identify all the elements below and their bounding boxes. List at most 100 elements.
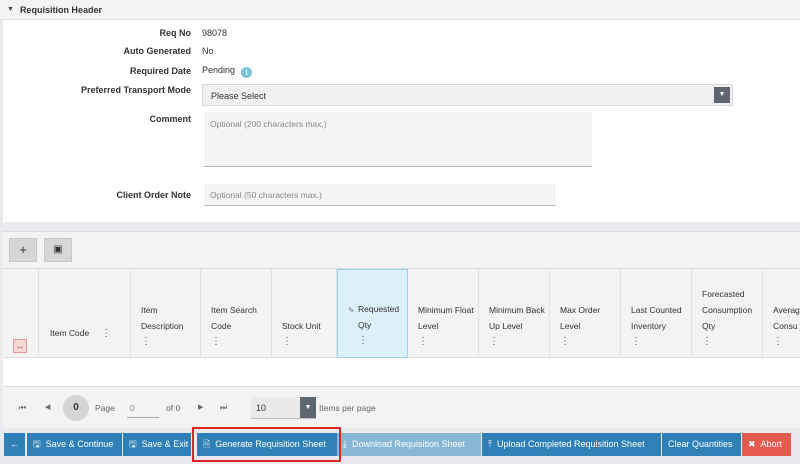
pencil-icon: ✎ (348, 306, 355, 315)
auto-generated-label: Auto Generated (123, 46, 191, 56)
column-label: Level (560, 321, 581, 331)
column-label: Description (141, 321, 184, 331)
floppy-disk-icon: 🖫 (129, 439, 137, 449)
save-continue-button[interactable]: 🖫 Save & Continue (27, 433, 122, 456)
column-label: Qty (702, 321, 716, 331)
column-item-search-code[interactable]: Item Search Code ⋮ (201, 269, 272, 358)
page-label: Page (95, 403, 115, 413)
page-size-value: 10 (256, 403, 267, 413)
req-no-label: Req No (159, 28, 192, 38)
column-forecasted-consumption[interactable]: Forecasted Consumption Qty ⋮ (692, 269, 763, 358)
items-per-page-label: Items per page (319, 403, 376, 413)
column-stock-unit[interactable]: Stock Unit ⋮ (272, 269, 337, 358)
column-menu-icon[interactable]: ⋮ (211, 337, 221, 347)
requisition-header-bar[interactable]: ▼ Requisition Header (0, 0, 800, 20)
column-min-float-level[interactable]: Minimum Float Level ⋮ (408, 269, 479, 358)
chevron-down-icon[interactable]: ▼ (714, 87, 730, 103)
button-label: Upload Completed Requisition Sheet (496, 439, 645, 449)
button-label: Save & Exit (141, 439, 189, 449)
column-min-backup-level[interactable]: Minimum Back Up Level ⋮ (479, 269, 550, 358)
transport-mode-select[interactable]: Please Select ▼ (202, 84, 733, 106)
column-label: Max Order (560, 305, 601, 315)
clear-quantities-button[interactable]: Clear Quantities (662, 433, 741, 456)
column-requested-qty[interactable]: ✎ Requested Qty ⋮ (337, 269, 408, 358)
required-date-label: Required Date (129, 66, 191, 76)
pager: ⏮ ◀ 0 Page 0 of 0 ▶ ⏭ 10 ▼ Items per pag… (3, 386, 800, 428)
column-menu-icon[interactable]: ⋮ (489, 337, 499, 347)
required-date-value: Pending (202, 65, 236, 75)
add-row-button[interactable]: + (9, 238, 37, 262)
page-size-select[interactable]: 10 ▼ (251, 397, 316, 419)
grid-header: ↔ Item Code ⋮ Item Description ⋮ Item Sear… (3, 268, 800, 358)
export-excel-button[interactable]: ▣ (44, 238, 72, 262)
download-requisition-sheet-button: ⤓ Download Requisition Sheet (337, 433, 481, 456)
highlight-box (192, 427, 341, 462)
column-menu-icon[interactable]: ⋮ (631, 337, 641, 347)
column-menu-icon[interactable]: ⋮ (702, 337, 712, 347)
column-label: Item Code (50, 328, 90, 338)
close-icon: ✖ (748, 439, 756, 449)
collapse-caret-icon[interactable]: ▼ (7, 6, 14, 13)
column-last-counted-inventory[interactable]: Last Counted Inventory ⋮ (621, 269, 692, 358)
back-button[interactable]: ← (4, 433, 25, 456)
auto-generated-value: No (202, 46, 214, 56)
comment-label: Comment (149, 114, 191, 124)
column-menu-icon[interactable]: ⋮ (358, 336, 368, 346)
client-order-note-label: Client Order Note (116, 190, 191, 200)
resize-icon[interactable]: ↔ (13, 339, 27, 353)
column-label: Item (141, 305, 158, 315)
grid-body (3, 358, 800, 386)
column-menu-icon[interactable]: ⋮ (560, 337, 570, 347)
column-label: Last Counted (631, 305, 682, 315)
button-label: Abort (760, 439, 783, 449)
chevron-down-icon[interactable]: ▼ (300, 397, 316, 418)
next-page-icon[interactable]: ▶ (198, 403, 203, 411)
upload-icon: ⤒ (488, 439, 492, 449)
requisition-form: Req No 98078 Auto Generated No Required … (3, 20, 800, 222)
column-label: Minimum Back (489, 305, 545, 315)
resize-column: ↔ (3, 269, 39, 358)
first-page-icon[interactable]: ⏮ (19, 403, 26, 413)
column-menu-icon[interactable]: ⋮ (418, 337, 428, 347)
prev-page-icon[interactable]: ◀ (45, 403, 50, 411)
column-label: Consumption (702, 305, 753, 315)
column-label: Item Search (211, 305, 257, 315)
plus-icon: + (19, 242, 27, 257)
page-count: of 0 (166, 403, 181, 413)
section-title: Requisition Header (19, 4, 102, 15)
column-label: Qty (358, 320, 372, 330)
download-icon: ⤓ (343, 439, 347, 449)
column-item-description[interactable]: Item Description ⋮ (131, 269, 201, 358)
info-icon[interactable]: i (241, 67, 253, 78)
button-label: Save & Continue (45, 439, 114, 449)
column-label: Consu (773, 321, 798, 331)
client-order-note-input[interactable]: Optional (50 characters max.) (204, 184, 556, 206)
transport-mode-label: Preferred Transport Mode (80, 85, 191, 95)
button-label: Clear Quantities (668, 439, 733, 449)
column-label: Level (418, 321, 439, 331)
save-exit-button[interactable]: 🖫 Save & Exit (123, 433, 191, 456)
grid-toolbar: + ▣ (3, 231, 800, 269)
upload-requisition-sheet-button[interactable]: ⤒ Upload Completed Requisition Sheet (482, 433, 661, 456)
arrow-left-icon: ← (10, 439, 19, 449)
column-menu-icon[interactable]: ⋮ (773, 337, 783, 347)
column-label: Up Level (489, 321, 523, 331)
column-menu-icon[interactable]: ⋮ (141, 337, 151, 347)
column-menu-icon[interactable]: ⋮ (282, 337, 292, 347)
column-label: Forecasted (702, 289, 745, 299)
page-number-input[interactable]: 0 (127, 398, 159, 418)
column-label: Averag (773, 305, 800, 315)
column-average-consumption[interactable]: Averag Consu ⋮ (763, 269, 800, 358)
column-label: Requested (358, 304, 400, 314)
column-max-order-level[interactable]: Max Order Level ⋮ (550, 269, 621, 358)
column-label: Inventory (631, 321, 666, 331)
required-date-field: Pending i (202, 65, 253, 78)
last-page-icon[interactable]: ⏭ (220, 403, 227, 413)
column-item-code[interactable]: Item Code ⋮ (39, 269, 131, 358)
abort-button[interactable]: ✖ Abort (742, 433, 791, 456)
floppy-disk-icon: 🖫 (33, 439, 41, 449)
action-bar: ← 🖫 Save & Continue 🖫 Save & Exit 🗎 Generat… (0, 428, 800, 464)
comment-textarea[interactable]: Optional (200 characters max.) (204, 112, 592, 167)
column-menu-icon[interactable]: ⋮ (101, 328, 111, 339)
button-label: Download Requisition Sheet (351, 439, 466, 449)
